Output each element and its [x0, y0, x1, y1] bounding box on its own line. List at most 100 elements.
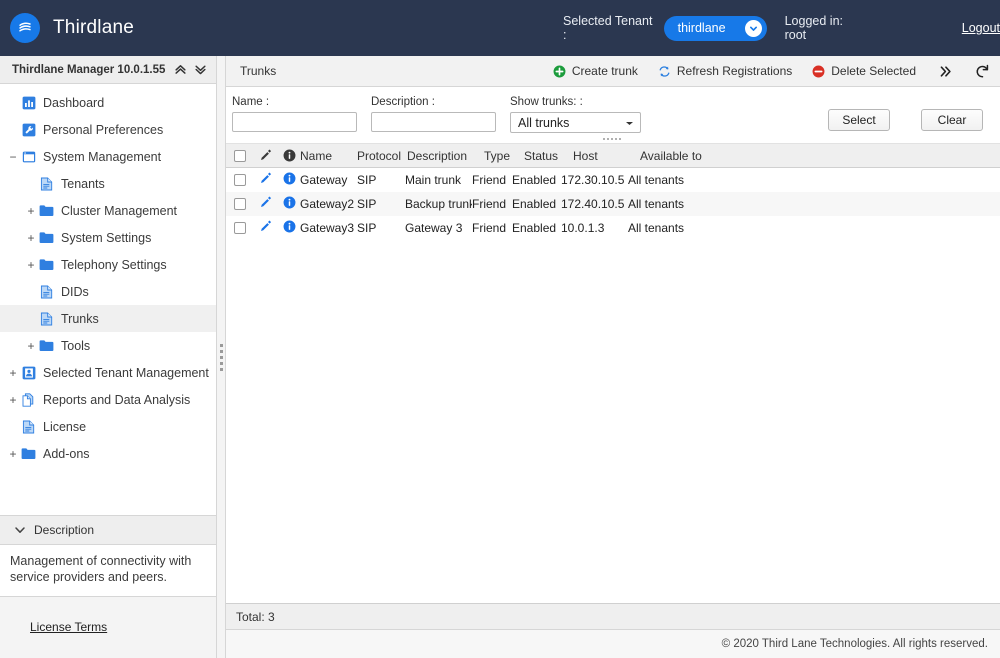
row-checkbox[interactable] — [233, 198, 246, 210]
page-title: Trunks — [240, 64, 277, 78]
double-chevron-down-icon[interactable] — [190, 63, 210, 76]
document-icon — [38, 177, 55, 191]
tenant-selector[interactable]: thirdlane — [663, 15, 767, 41]
column-header-description[interactable]: Description — [407, 149, 484, 163]
row-checkbox[interactable] — [233, 222, 246, 234]
document-icon — [20, 420, 37, 434]
sidebar-item-tenants[interactable]: Tenants — [0, 170, 216, 197]
row-checkbox-cell[interactable] — [226, 174, 253, 186]
name-filter-input[interactable] — [232, 112, 357, 132]
expand-toggle-icon[interactable]: + — [24, 232, 38, 244]
reports-icon — [20, 392, 37, 407]
show-trunks-label: Show trunks: : — [510, 96, 583, 108]
column-header-available-to[interactable]: Available to — [638, 149, 758, 163]
splitter-grip-icon — [219, 343, 223, 371]
expand-toggle-icon[interactable]: + — [6, 448, 20, 460]
sidebar-item-selected-tenant-management[interactable]: + Selected Tenant Management — [0, 359, 216, 386]
table-body: Gateway SIP Main trunk Friend Enabled 172.30.… — [226, 168, 1000, 603]
pencil-icon — [253, 149, 278, 162]
brand-area: Thirdlane — [0, 13, 134, 43]
sidebar-item-license[interactable]: License — [0, 413, 216, 440]
expand-toggle-icon[interactable]: + — [24, 259, 38, 271]
column-header-type[interactable]: Type — [484, 149, 524, 163]
sidebar-item-cluster-management[interactable]: + Cluster Management — [0, 197, 216, 224]
double-chevron-up-icon[interactable] — [170, 63, 190, 76]
column-header-host[interactable]: Host — [573, 149, 638, 163]
expand-toggle-icon[interactable]: + — [24, 340, 38, 352]
table-row[interactable]: Gateway2 SIP Backup trunk Friend Enabled 172.… — [226, 192, 1000, 216]
row-info-button[interactable] — [278, 172, 300, 188]
description-filter-label: Description : — [371, 96, 435, 108]
description-filter-group: Description : — [371, 96, 496, 132]
expand-toggle-icon[interactable]: + — [6, 367, 20, 379]
column-resize-grip-icon[interactable] — [603, 138, 621, 140]
expand-toggle-icon[interactable]: + — [24, 205, 38, 217]
cell-host: 10.0.1.3 — [561, 221, 605, 235]
caret-down-icon — [625, 116, 634, 130]
sidebar-item-reports-and-data-analysis[interactable]: + Reports and Data Analysis — [0, 386, 216, 413]
row-info-button[interactable] — [278, 196, 300, 212]
sidebar-item-dashboard[interactable]: Dashboard — [0, 89, 216, 116]
preferences-icon — [20, 123, 37, 137]
create-trunk-label: Create trunk — [571, 64, 638, 78]
double-chevron-right-icon[interactable] — [938, 64, 953, 79]
row-info-button[interactable] — [278, 220, 300, 236]
column-header-protocol[interactable]: Protocol — [357, 149, 407, 163]
application-window: Thirdlane Selected Tenant : thirdlane Lo… — [0, 0, 1000, 658]
pencil-icon — [259, 220, 272, 236]
row-checkbox-cell[interactable] — [226, 198, 253, 210]
sidebar-item-telephony-settings[interactable]: + Telephony Settings — [0, 251, 216, 278]
reload-icon[interactable] — [975, 64, 990, 79]
sidebar-item-tools[interactable]: + Tools — [0, 332, 216, 359]
column-header-status[interactable]: Status — [524, 149, 573, 163]
sidebar-item-add-ons[interactable]: + Add-ons — [0, 440, 216, 467]
edit-row-button[interactable] — [253, 172, 278, 188]
document-icon — [38, 312, 55, 326]
panel-splitter[interactable] — [217, 56, 226, 658]
document-icon — [38, 285, 55, 299]
window-icon — [20, 150, 37, 164]
folder-icon — [38, 339, 55, 352]
delete-selected-button[interactable]: Delete Selected — [812, 64, 916, 78]
sidebar-item-label: Tenants — [61, 176, 105, 191]
expand-toggle-icon[interactable]: + — [6, 394, 20, 406]
table-row[interactable]: Gateway3 SIP Gateway 3 Friend Enabled 10.0.1.… — [226, 216, 1000, 240]
edit-row-button[interactable] — [253, 220, 278, 236]
create-trunk-button[interactable]: Create trunk — [553, 64, 638, 78]
delete-selected-label: Delete Selected — [831, 64, 916, 78]
row-checkbox-cell[interactable] — [226, 222, 253, 234]
column-header-name[interactable]: Name — [300, 149, 357, 163]
cell-name: Gateway — [300, 173, 348, 187]
logout-link[interactable]: Logout — [962, 21, 1000, 35]
sidebar-item-label: System Settings — [61, 230, 152, 245]
select-button[interactable]: Select — [828, 109, 890, 131]
cell-available-to: All tenants — [628, 173, 685, 187]
cell-description: Gateway 3 — [405, 221, 463, 235]
collapse-toggle-icon[interactable]: − — [6, 151, 20, 163]
table-row[interactable]: Gateway SIP Main trunk Friend Enabled 172.30.… — [226, 168, 1000, 192]
main-content: Trunks Create trunk Refresh Registration… — [226, 56, 1000, 658]
sidebar-item-system-settings[interactable]: + System Settings — [0, 224, 216, 251]
edit-row-button[interactable] — [253, 196, 278, 212]
logged-in-user: Logged in: root — [784, 14, 843, 42]
info-circle-icon — [283, 172, 296, 188]
sidebar-item-label: Personal Preferences — [43, 122, 164, 137]
table-total-label: Total: 3 — [236, 609, 275, 624]
show-trunks-select[interactable]: All trunks — [510, 112, 641, 133]
description-filter-input[interactable] — [371, 112, 496, 132]
row-checkbox[interactable] — [233, 174, 246, 186]
license-terms-link[interactable]: License Terms — [30, 620, 107, 634]
sidebar-item-label: Add-ons — [43, 446, 90, 461]
cell-protocol: SIP — [357, 221, 377, 235]
sidebar-item-trunks[interactable]: Trunks — [0, 305, 216, 332]
refresh-registrations-button[interactable]: Refresh Registrations — [658, 64, 792, 78]
clear-button[interactable]: Clear — [921, 109, 983, 131]
sidebar-item-personal-preferences[interactable]: Personal Preferences — [0, 116, 216, 143]
sidebar-item-system-management[interactable]: − System Management — [0, 143, 216, 170]
select-all-checkbox[interactable] — [233, 149, 246, 162]
select-all-checkbox-cell[interactable] — [226, 149, 253, 162]
sidebar-item-dids[interactable]: DIDs — [0, 278, 216, 305]
content-toolbar: Trunks Create trunk Refresh Registration… — [226, 56, 1000, 87]
chevron-down-icon — [744, 19, 762, 37]
description-panel-header[interactable]: Description — [0, 514, 216, 545]
